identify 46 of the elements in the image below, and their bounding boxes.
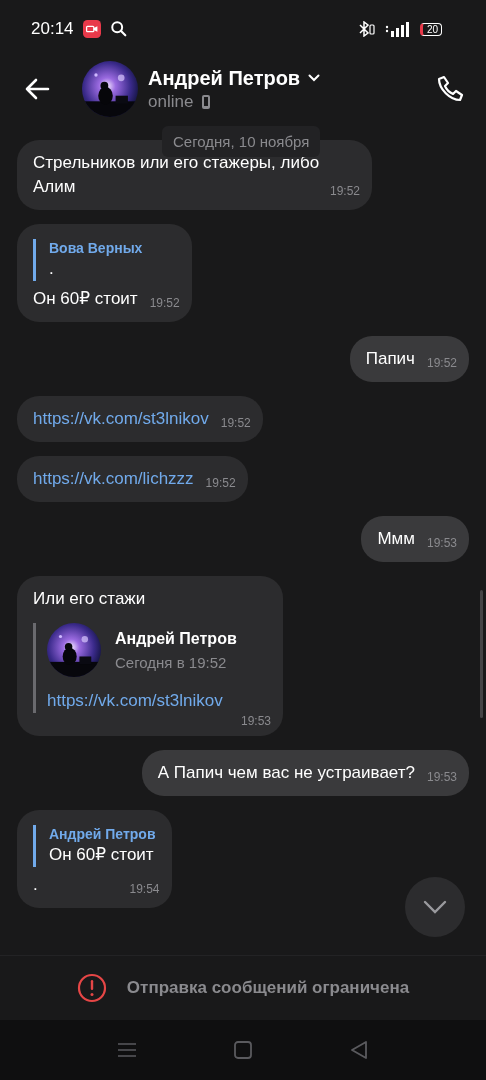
message-text: А Папич чем вас не устраивает? [157, 763, 415, 782]
message-text: Ммм [377, 529, 415, 548]
chevron-down-icon[interactable] [308, 74, 321, 82]
bluetooth-icon [357, 21, 376, 37]
quoted-message[interactable]: Вова Верных . [33, 239, 176, 281]
forward-time: Сегодня в 19:52 [115, 653, 228, 671]
message-time: 19:53 [426, 769, 457, 785]
battery-indicator: 20 [419, 22, 442, 36]
quote-text: Он 60₽ стоит [49, 844, 155, 866]
message-text: . [33, 875, 38, 894]
message-text: Или его стажи [33, 588, 147, 610]
scrollbar[interactable] [480, 590, 483, 718]
message-time: 19:52 [220, 415, 251, 431]
message-time: 19:52 [329, 183, 360, 199]
message-time: 19:52 [426, 355, 457, 371]
search-icon [109, 20, 128, 38]
menu-icon[interactable] [118, 1042, 136, 1058]
phone-device-icon [201, 93, 212, 110]
quote-author: Вова Верных [49, 239, 144, 257]
message-text: Папич [365, 349, 415, 368]
forward-author: Андрей Петров [115, 629, 237, 648]
message-time: 19:53 [240, 713, 271, 729]
back-triangle-icon[interactable] [350, 1040, 368, 1060]
date-label: Сегодня, 10 ноября [162, 126, 321, 157]
quote-author: Андрей Петров [49, 825, 156, 843]
signal-icon [384, 21, 411, 37]
message-time: 19:54 [129, 881, 160, 897]
quoted-message[interactable]: Андрей Петров Он 60₽ стоит [33, 825, 156, 867]
clock-time: 20:14 [31, 19, 74, 39]
restriction-notice: Отправка сообщений ограничена [126, 978, 410, 998]
online-status: online [148, 91, 194, 112]
chevron-down-icon [423, 900, 447, 914]
link[interactable]: https://vk.com/lichzzz [33, 469, 194, 488]
quote-text: . [49, 258, 55, 280]
link[interactable]: https://vk.com/st3lnikov [33, 409, 209, 428]
message-time: 19:52 [205, 475, 236, 491]
back-arrow-icon [24, 78, 50, 100]
error-icon [76, 973, 107, 1003]
video-recorder-icon [82, 20, 101, 38]
contact-name[interactable]: Андрей Петров [148, 66, 301, 90]
link[interactable]: https://vk.com/st3lnikov [47, 689, 267, 713]
message-time: 19:53 [426, 535, 457, 551]
message-time: 19:52 [149, 295, 180, 311]
home-icon[interactable] [234, 1041, 252, 1059]
message-text: Он 60₽ стоит [33, 289, 138, 308]
phone-icon [436, 74, 466, 104]
